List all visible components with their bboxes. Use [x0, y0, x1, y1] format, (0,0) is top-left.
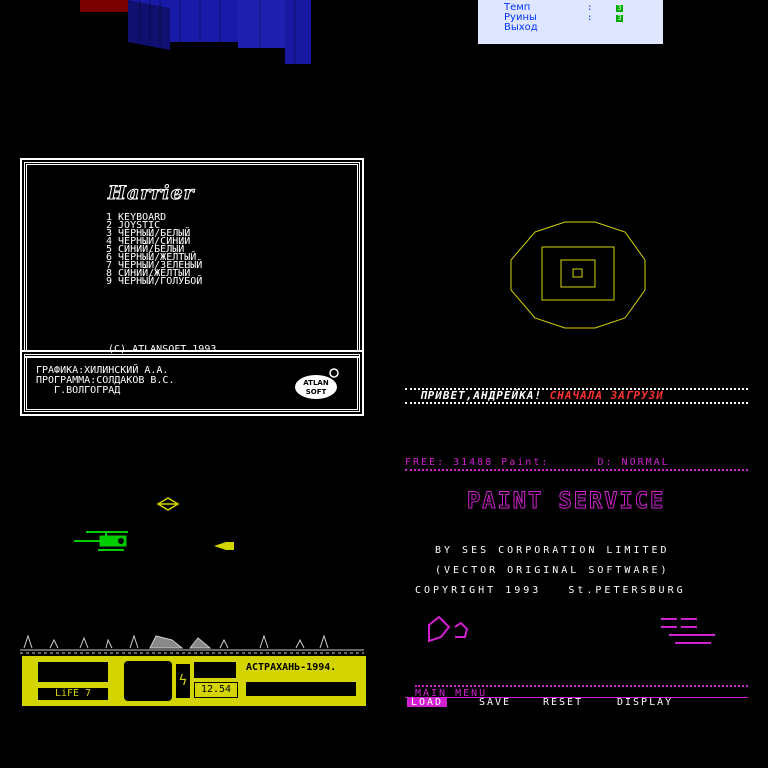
copyright-text: (C) ATLANSOFT 1993: [108, 344, 217, 355]
svg-text:SOFT: SOFT: [306, 388, 327, 396]
options-list: 1 KEYBOARD 2 JOYSTIC 3 ЧЕРНЫЙ/БЕЛЫЙ 4 ЧЕ…: [106, 213, 202, 287]
menu-save[interactable]: SAVE: [479, 698, 511, 708]
lightning-icon: ϟ: [176, 664, 190, 698]
atlansoft-logo: ATLAN SOFT: [294, 368, 342, 402]
menu-sep: :: [587, 3, 593, 13]
game-title: Harrier: [108, 182, 195, 205]
scroll-text: ПРИВЕТ,АНДРЕЙКА! СНАЧАЛА ЗАГРУЗИ: [420, 389, 664, 402]
menu-sep: :: [587, 13, 593, 23]
logos: [428, 615, 715, 644]
painter-icon: [428, 615, 469, 643]
svg-text:ATLAN: ATLAN: [303, 379, 329, 387]
status-bar: FREE: 31488 Paint: D: NORMAL: [405, 457, 748, 471]
program-title: PAINT SERVICE: [466, 489, 666, 515]
ses-logo-icon: [661, 618, 715, 644]
option-item[interactable]: 9 ЧЕРНЫЙ/ГОЛУБОЙ: [106, 277, 202, 287]
radar-dial-icon: [124, 661, 172, 701]
hud-energy-gauge: [38, 662, 108, 682]
company-line: BY SES CORPORATION LIMITED: [435, 545, 670, 556]
heli-game: LiFE 7 ϟ 12.54 АСТРАХАНЬ-1994.: [20, 490, 366, 706]
enemy-craft-icon: [156, 497, 180, 511]
menu-reset[interactable]: RESET: [543, 698, 583, 708]
main-menu: LOAD SAVE RESET DISPLAY: [405, 697, 748, 708]
ground-terrain: [20, 634, 364, 654]
missile-icon: [214, 542, 234, 550]
scroll-bottom-rule: [405, 402, 748, 404]
life-counter: LiFE 7: [38, 688, 108, 700]
paint-service-screen: FREE: 31488 Paint: D: NORMAL PAINT SERVI…: [405, 455, 748, 708]
menu-display[interactable]: DISPLAY: [617, 698, 673, 708]
scroll-text-red: СНАЧАЛА ЗАГРУЗИ: [549, 389, 664, 402]
playfield: [20, 497, 364, 654]
menu-load[interactable]: LOAD: [407, 698, 448, 708]
vector-octagon: [505, 220, 651, 330]
scroll-text-white: ПРИВЕТ,АНДРЕЙКА!: [420, 389, 542, 402]
hud-panel: LiFE 7 ϟ 12.54 АСТРАХАНЬ-1994.: [22, 656, 366, 706]
helicopter-icon: [74, 531, 128, 551]
menu-item-exit[interactable]: Выход: [504, 23, 538, 33]
scroll-message: ПРИВЕТ,АНДРЕЙКА! СНАЧАЛА ЗАГРУЗИ: [405, 388, 748, 404]
city-year-label: АСТРАХАНЬ-1994.: [246, 661, 361, 675]
menu-value-ruins: 3: [616, 14, 623, 22]
time-display: 12.54: [194, 682, 238, 698]
score-display: [246, 682, 356, 696]
credit-line: Г.ВОЛГОГРАД: [36, 385, 121, 396]
copyright-line: COPYRIGHT 1993 St.PETERSBURG: [415, 585, 686, 596]
hud-indicator: [194, 662, 236, 678]
cube-render: [80, 0, 320, 70]
harrier-title-screen: Harrier 1 KEYBOARD 2 JOYSTIC 3 ЧЕРНЫЙ/БЕ…: [20, 158, 364, 416]
vector-line: (VECTOR ORIGINAL SOFTWARE): [435, 565, 670, 576]
credits: ГРАФИКА:ХИЛИНСКИЙ А.А. ПРОГРАММА:СОЛДАКО…: [36, 366, 174, 396]
settings-menu: Темп : 3 Руины : 3 Выход: [478, 0, 663, 44]
menu-value-tempo: 3: [616, 4, 623, 12]
